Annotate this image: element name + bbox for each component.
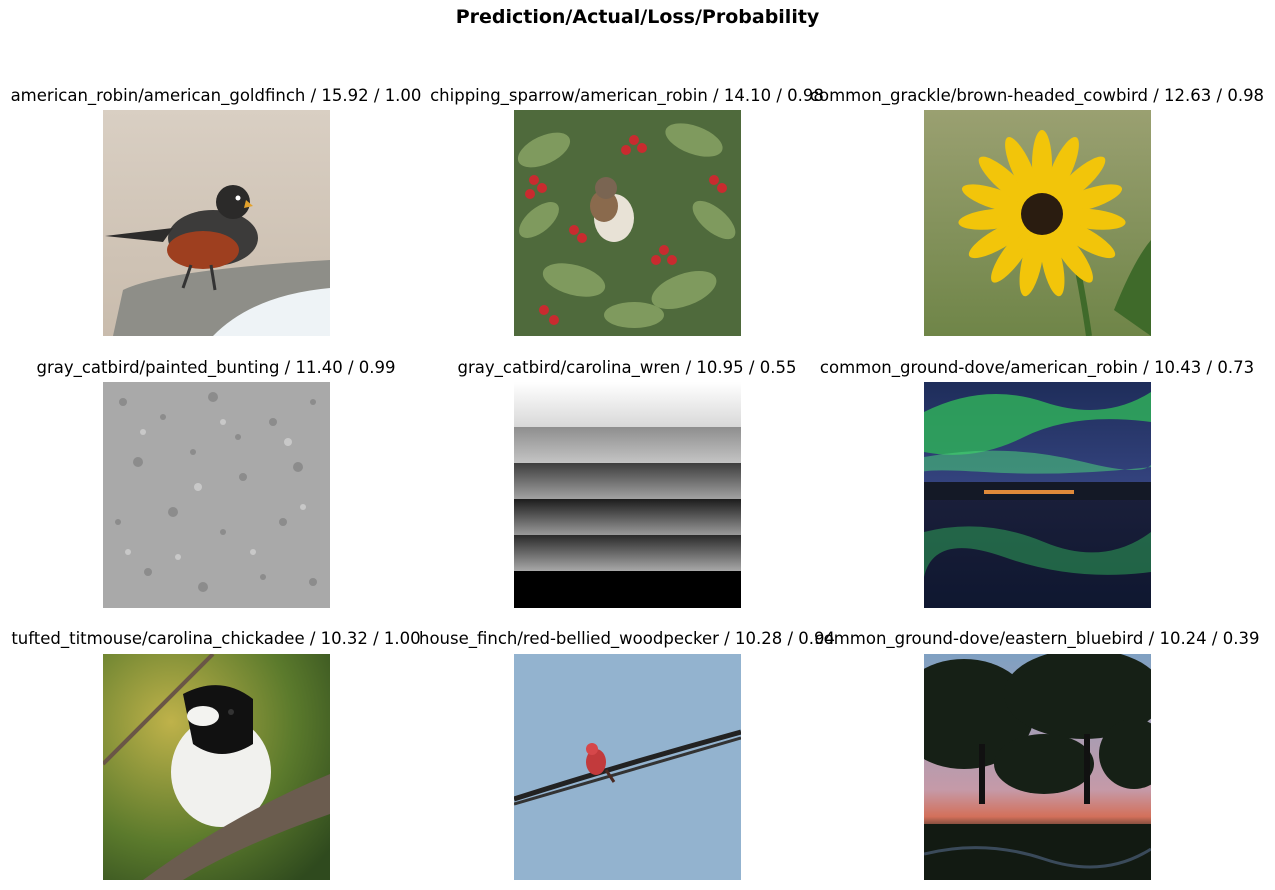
panel-title: gray_catbird/painted_bunting / 11.40 / 0…	[36, 358, 396, 377]
chickadee-on-branch-photo	[103, 654, 330, 880]
panel-title: house_finch/red-bellied_woodpecker / 10.…	[418, 629, 836, 648]
trees-at-sunset-photo	[924, 654, 1151, 880]
sparrow-in-berry-bush-photo	[514, 110, 741, 336]
panel-title: common_grackle/brown-headed_cowbird / 12…	[809, 86, 1265, 105]
panel-title: tufted_titmouse/carolina_chickadee / 10.…	[11, 629, 421, 648]
robin-on-birdbath-photo	[103, 110, 330, 336]
gray-gradient-bands-image	[514, 382, 741, 608]
gray-stucco-texture-photo	[103, 382, 330, 608]
aurora-over-lake-photo	[924, 382, 1151, 608]
panel-title: common_ground-dove/eastern_bluebird / 10…	[814, 629, 1260, 648]
panel-title: gray_catbird/carolina_wren / 10.95 / 0.5…	[457, 358, 797, 377]
panel-title: common_ground-dove/american_robin / 10.4…	[819, 358, 1255, 377]
figure-title: Prediction/Actual/Loss/Probability	[455, 6, 820, 28]
yellow-sunflower-photo	[924, 110, 1151, 336]
panel-title: chipping_sparrow/american_robin / 14.10 …	[430, 86, 824, 105]
panel-title: american_robin/american_goldfinch / 15.9…	[10, 86, 422, 105]
red-finch-on-wire-photo	[514, 654, 741, 880]
